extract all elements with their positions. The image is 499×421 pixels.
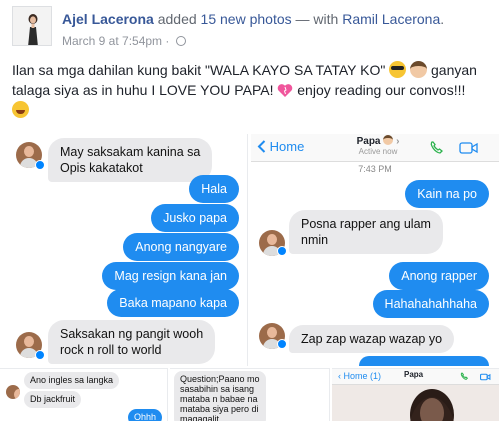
messenger-nav-bar: Home Papa › Active now [251,134,499,162]
message-bubble-in: Saksakan ng pangit wooh rock n roll to wo… [48,320,216,364]
message-text: Opis kakatakot [60,161,143,175]
message-bubble-in: Zap zap wazap wazap yo [289,325,455,353]
photo-5[interactable]: ‹ Home (1) Papa [332,368,499,421]
post-header: Ajel Lacerona added 15 new photos — with… [0,0,499,58]
contact-title[interactable]: Papa › [343,135,413,147]
messenger-badge-icon [35,350,45,360]
message-text: Posna rapper ang ulam [301,217,431,231]
tagged-user-link[interactable]: Ramil Lacerona [342,11,440,27]
message-text: Saksakan ng pangit wooh [60,327,204,341]
message-bubble-out: Jusko papa [151,204,239,232]
man-emoji-icon [383,135,394,145]
caption-text-1: Ilan sa mga dahilan kung bakit "WALA KAY… [12,62,390,78]
globe-icon[interactable] [175,36,186,46]
message-text: nmin [301,233,329,247]
caption-text-3: enjoy reading our convos!!! [293,82,466,98]
contact-avatar [6,385,20,399]
message-text: magagalit [180,414,220,421]
phone-icon[interactable] [429,140,445,156]
message-bubble-out: Hala [189,175,239,203]
phone-icon[interactable] [460,372,469,381]
message-bubble-out: Ohhh [128,409,163,421]
photo-1[interactable]: May saksakam kanina sa Opis kakatakot Hal… [0,134,248,366]
contact-name: Papa [404,370,424,379]
photo-count-link[interactable]: 15 new photos [201,11,292,27]
message-text: rock n roll to world [60,343,162,357]
message-text: mataba n babae na [180,394,258,404]
back-label: Home [269,139,305,154]
author-name-link[interactable]: Ajel Lacerona [62,11,154,27]
video-call-icon[interactable] [480,373,491,381]
message-text: sasabihin sa isang [180,384,255,394]
post-caption: Ilan sa mga dahilan kung bakit "WALA KAY… [12,60,490,120]
message-bubble-in: Question;Paano mo sasabihin sa isang mat… [174,371,266,421]
author-avatar[interactable] [12,6,52,46]
back-button[interactable]: ‹ Home (1) [338,371,381,381]
video-call-icon[interactable] [459,141,479,155]
post-meta: March 9 at 7:54pm · [62,34,186,48]
messenger-badge-icon [277,246,287,256]
message-bubble-in: Db jackfruit [24,391,82,408]
messenger-badge-icon [277,339,287,349]
post-timestamp-link[interactable]: March 9 at 7:54pm [62,34,162,48]
chevron-right-icon: › [396,136,400,147]
with-text: — with [291,11,343,27]
period-text: . [440,11,445,27]
photo-4[interactable]: Question;Paano mo sasabihin sa isang mat… [170,368,330,421]
contact-status: Active now [358,147,398,156]
laughing-emoji-icon [12,101,29,118]
man-emoji-icon [410,61,428,78]
message-bubble-out: Anong rapper [389,262,489,290]
message-bubble-out: Mag resign kana jan [102,262,239,290]
message-bubble-in: May saksakam kanina sa Opis kakatakot [48,138,213,182]
message-text: mataba siya pero di [180,404,259,414]
heart-emoji-icon [277,83,293,98]
photo-thumbnail-image [332,385,499,421]
chat-timestamp: 7:43 PM [358,164,392,174]
back-label: Home (1) [343,371,382,381]
message-bubble-out: Kain na po [405,180,489,208]
contact-name: Papa [356,136,381,147]
message-bubble-out: Anong nangyare [123,233,239,261]
messenger-badge-icon [35,160,45,170]
messenger-nav-bar: ‹ Home (1) Papa [332,369,499,385]
back-button[interactable]: Home [257,139,304,154]
message-bubble-out: Baka mapano kapa [107,289,239,317]
sunglasses-emoji-icon [389,61,407,78]
message-bubble-in: Posna rapper ang ulam nmin [289,210,443,254]
message-bubble-out-partial [359,356,489,366]
message-bubble-out: Hahahahahhaha [372,290,489,318]
message-text: Question;Paano mo [180,374,260,384]
message-bubble-in: Ano ingles sa langka [24,372,120,389]
action-text: added [153,11,201,27]
chevron-left-icon [257,140,266,153]
post-header-line: Ajel Lacerona added 15 new photos — with… [62,11,444,27]
photo-3[interactable]: Ano ingles sa langka Db jackfruit Ohhh [0,368,168,421]
meta-separator: · [162,34,173,48]
photo-2[interactable]: Home Papa › Active now 7:43 PM Kain na p… [251,134,499,366]
message-text: May saksakam kanina sa [60,145,201,159]
